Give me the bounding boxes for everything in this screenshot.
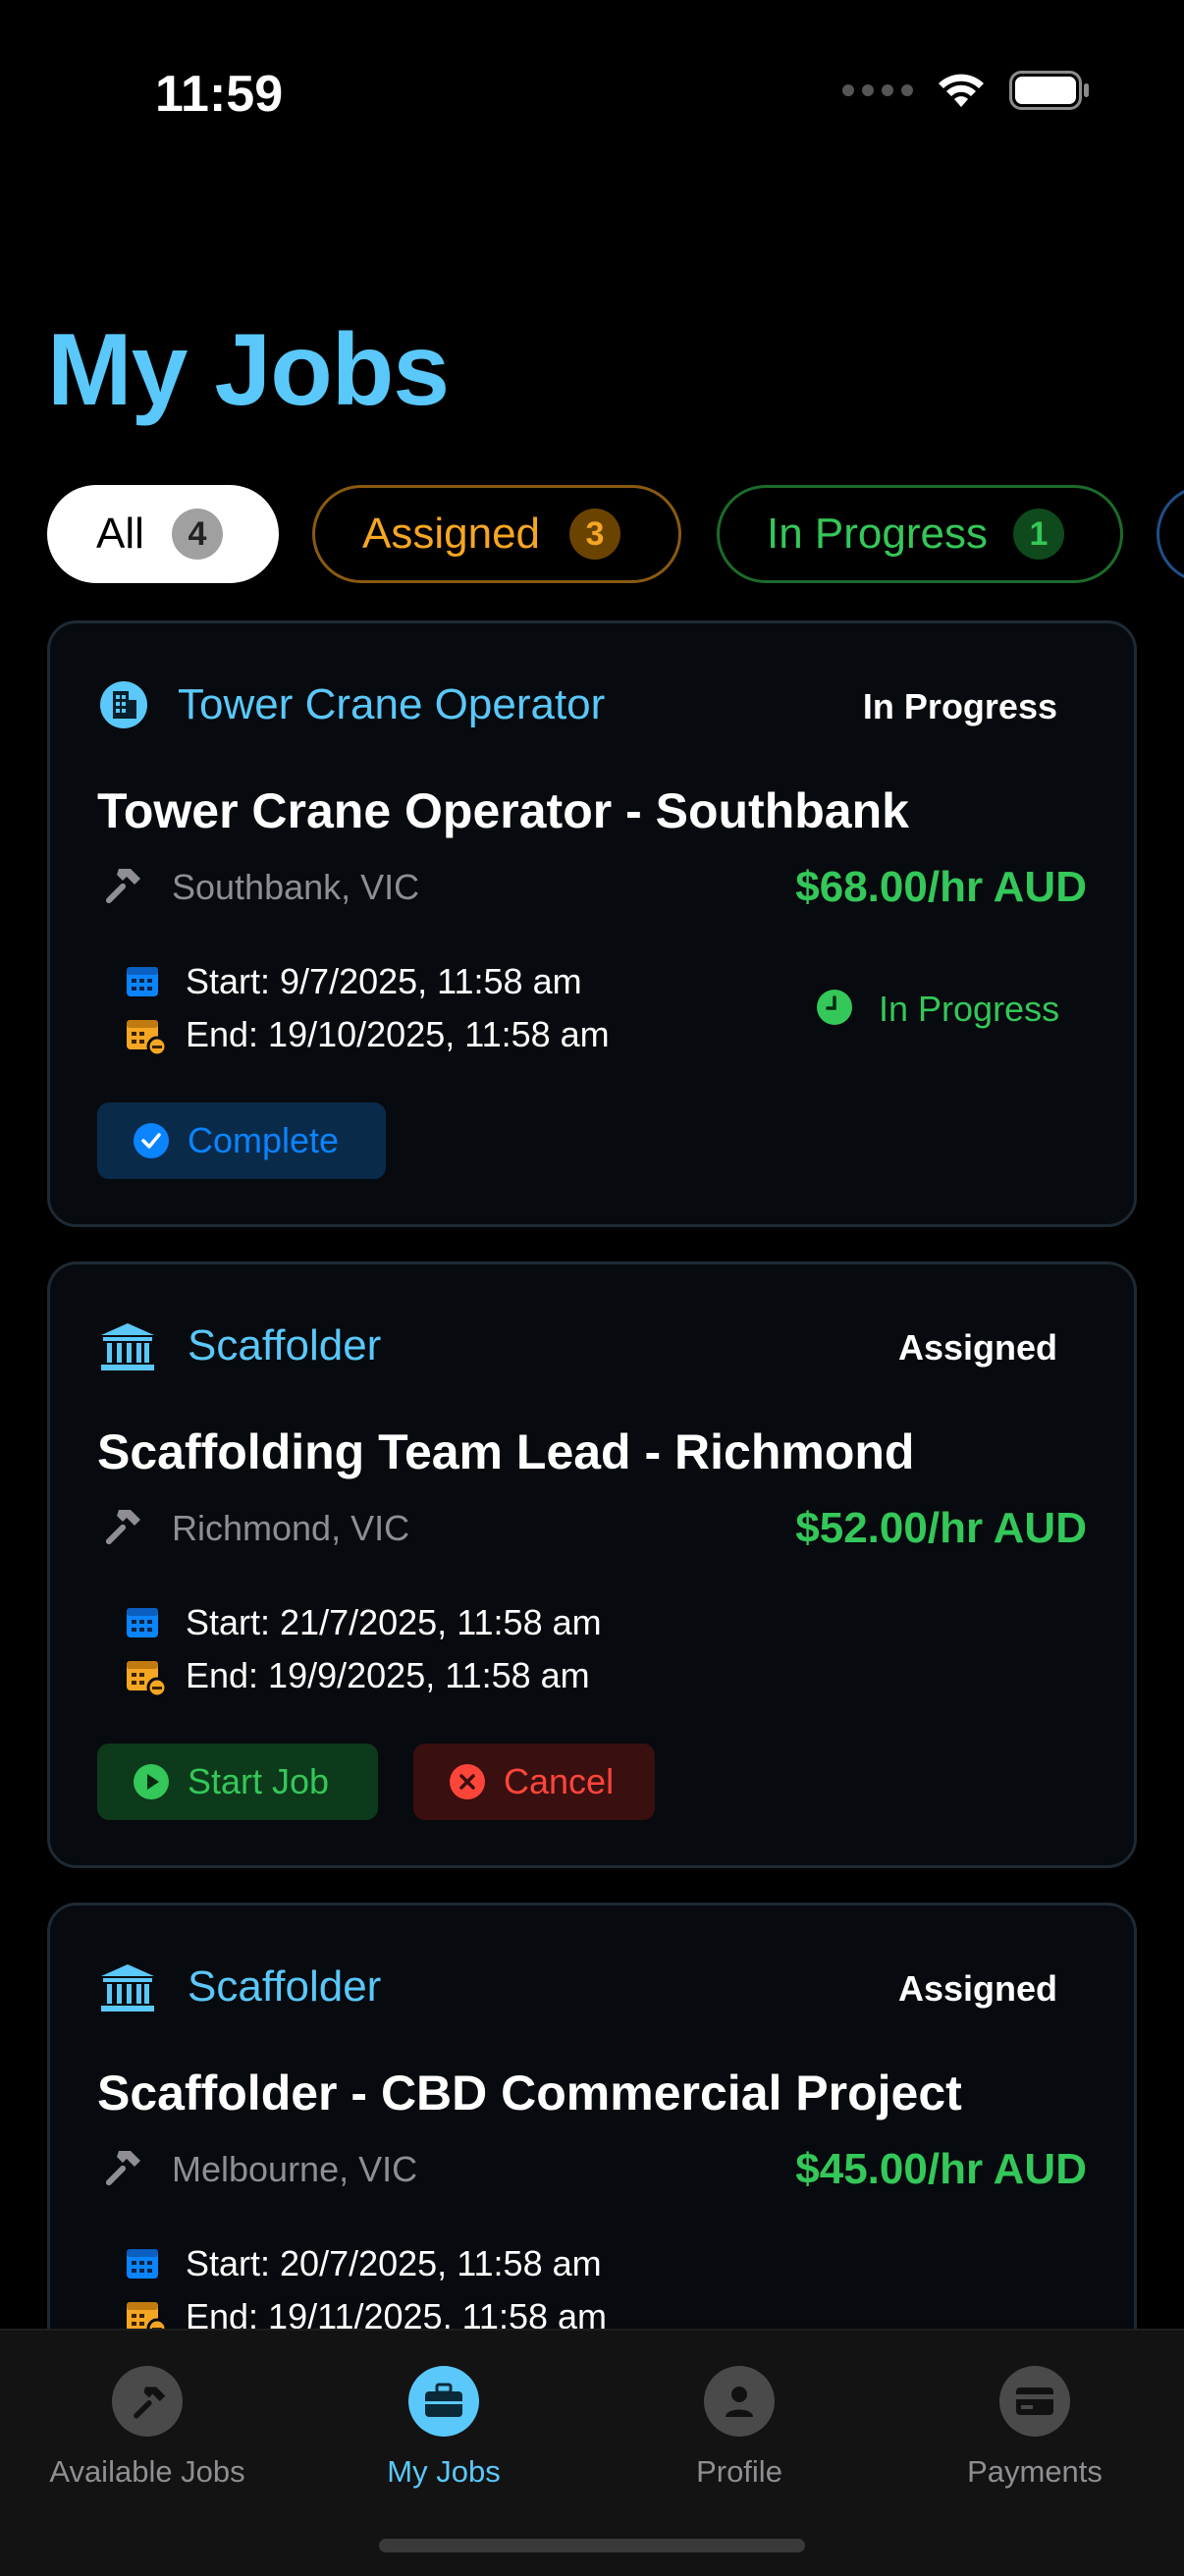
signal-dots-icon xyxy=(842,84,913,96)
filter-chip-label: In Progress xyxy=(767,510,988,558)
tab-profile[interactable]: Profile xyxy=(592,2366,887,2490)
hammer-icon xyxy=(134,2387,166,2419)
status-bar: 11:59 xyxy=(0,0,1184,187)
tab-available-jobs[interactable]: Available Jobs xyxy=(0,2366,295,2490)
job-title: Scaffolder - CBD Commercial Project xyxy=(97,2066,962,2120)
card-icon xyxy=(1016,2388,1053,2415)
job-category: Scaffolder xyxy=(188,1321,382,1369)
job-status: Assigned xyxy=(897,1327,1057,1368)
job-location: Melbourne, VIC xyxy=(172,2149,418,2189)
job-title: Scaffolding Team Lead - Richmond xyxy=(97,1424,915,1479)
job-rate: $68.00/hr AUD xyxy=(795,863,1087,911)
job-title: Tower Crane Operator - Southbank xyxy=(97,783,909,838)
home-indicator xyxy=(379,2539,805,2552)
job-end-date: End: 19/9/2025, 11:58 am xyxy=(186,1655,590,1695)
tab-label: My Jobs xyxy=(387,2454,501,2489)
calendar-icon xyxy=(127,2249,158,2279)
job-progress-label: In Progress xyxy=(879,989,1060,1029)
tab-label: Payments xyxy=(967,2454,1103,2489)
tab-label: Available Jobs xyxy=(49,2454,245,2489)
tab-my-jobs[interactable]: My Jobs xyxy=(296,2366,591,2490)
tab-icon-circle xyxy=(999,2366,1070,2437)
job-end-date: End: 19/10/2025, 11:58 am xyxy=(186,1014,610,1054)
tab-payments[interactable]: Payments xyxy=(888,2366,1182,2490)
job-rate: $45.00/hr AUD xyxy=(795,2145,1087,2193)
job-card[interactable]: Tower Crane Operator In Progress Tower C… xyxy=(47,620,1137,1227)
complete-button[interactable]: Complete xyxy=(97,1102,386,1179)
job-start-date: Start: 9/7/2025, 11:58 am xyxy=(186,961,582,1001)
job-location: Southbank, VIC xyxy=(172,867,420,907)
person-icon xyxy=(726,2387,753,2417)
job-category: Tower Crane Operator xyxy=(178,680,606,728)
checkmark-icon xyxy=(134,1123,169,1158)
tab-icon-circle xyxy=(408,2366,479,2437)
filter-chip-more[interactable] xyxy=(1157,485,1184,583)
calendar-end-icon xyxy=(127,1661,168,1698)
page-title: My Jobs xyxy=(47,313,450,427)
job-card[interactable]: Scaffolder Assigned Scaffolding Team Lea… xyxy=(47,1261,1137,1868)
battery-icon xyxy=(1009,71,1089,110)
job-start-date: Start: 20/7/2025, 11:58 am xyxy=(186,2243,602,2283)
filter-chip-count: 1 xyxy=(1012,509,1064,560)
job-start-date: Start: 21/7/2025, 11:58 am xyxy=(186,1602,602,1642)
start-job-button-label: Start Job xyxy=(188,1761,330,1801)
hammer-icon xyxy=(105,869,140,904)
tab-icon-circle xyxy=(704,2366,775,2437)
status-icons xyxy=(842,71,1090,110)
job-status: In Progress xyxy=(862,686,1057,726)
institution-icon xyxy=(101,1964,154,2012)
filter-chip-all[interactable]: All 4 xyxy=(47,485,279,583)
filter-chip-count: 3 xyxy=(569,509,621,560)
cancel-button[interactable]: Cancel xyxy=(413,1744,655,1820)
job-location: Richmond, VIC xyxy=(172,1508,410,1548)
institution-icon xyxy=(101,1323,154,1370)
complete-button-label: Complete xyxy=(188,1120,340,1160)
clock-icon xyxy=(817,990,852,1025)
filter-chip-assigned[interactable]: Assigned 3 xyxy=(312,485,681,583)
hammer-icon xyxy=(105,1510,140,1545)
start-job-button[interactable]: Start Job xyxy=(97,1744,378,1820)
tab-icon-circle xyxy=(112,2366,183,2437)
calendar-end-icon xyxy=(127,1020,168,1057)
cancel-button-label: Cancel xyxy=(504,1761,615,1801)
job-status: Assigned xyxy=(897,1968,1057,2009)
cancel-x-icon xyxy=(450,1764,485,1799)
status-time: 11:59 xyxy=(155,66,284,123)
filter-chip-label: Assigned xyxy=(362,510,541,558)
calendar-icon xyxy=(127,1608,158,1637)
calendar-icon xyxy=(127,967,158,996)
job-category: Scaffolder xyxy=(188,1962,382,2011)
tab-label: Profile xyxy=(696,2454,782,2489)
hammer-icon xyxy=(105,2151,140,2186)
wifi-icon xyxy=(939,74,984,107)
filter-chips: All 4 Assigned 3 In Progress 1 xyxy=(47,485,1184,583)
filter-chip-label: All xyxy=(96,510,144,558)
briefcase-icon xyxy=(425,2383,462,2417)
filter-chip-in-progress[interactable]: In Progress 1 xyxy=(717,485,1123,583)
play-icon xyxy=(134,1764,169,1799)
building-icon xyxy=(100,681,147,728)
filter-chip-count: 4 xyxy=(171,509,223,560)
job-rate: $52.00/hr AUD xyxy=(795,1504,1087,1552)
